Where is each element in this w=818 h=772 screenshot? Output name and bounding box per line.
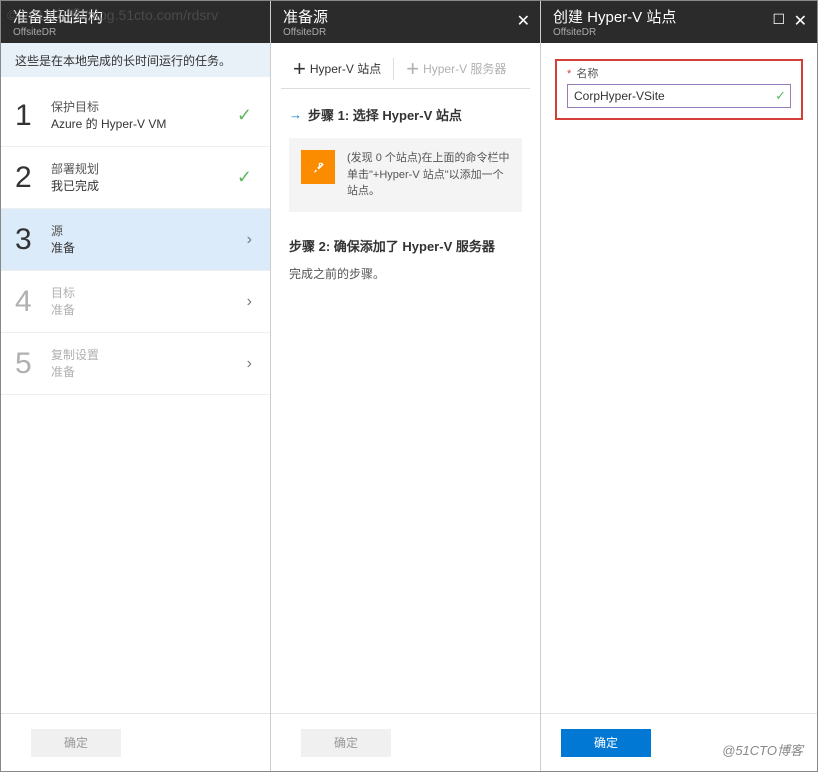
plus-icon: + [406, 56, 419, 82]
body-col3: * 名称 ✓ [541, 43, 817, 713]
add-hyperv-site-button[interactable]: + Hyper-V 站点 [281, 49, 393, 88]
step-labels: 保护目标 Azure 的 Hyper-V VM [51, 99, 166, 133]
step-label-bottom: Azure 的 Hyper-V VM [51, 116, 166, 133]
step-label-top: 目标 [51, 285, 75, 302]
check-icon: ✓ [237, 167, 252, 188]
chevron-right-icon: › [247, 355, 252, 373]
header-subtitle: OffsiteDR [283, 27, 528, 38]
info-box: (发现 0 个站点)在上面的命令栏中单击"+Hyper-V 站点"以添加一个站点… [289, 138, 522, 212]
step-protection-goal[interactable]: 1 保护目标 Azure 的 Hyper-V VM ✓ [1, 85, 270, 147]
required-asterisk: * [567, 68, 571, 80]
step-labels: 复制设置 准备 [51, 347, 99, 381]
step-replication-settings[interactable]: 5 复制设置 准备 › [1, 333, 270, 395]
step2-title: 步骤 2: 确保添加了 Hyper-V 服务器 [289, 236, 522, 255]
wizard-steps: 1 保护目标 Azure 的 Hyper-V VM ✓ 2 部署规划 我已完成 … [1, 77, 270, 395]
step-label-bottom: 准备 [51, 364, 99, 381]
footer-col2: 确定 [271, 713, 540, 771]
highlighted-field-box: * 名称 ✓ [555, 59, 803, 120]
toolbar-tabs: + Hyper-V 站点 + Hyper-V 服务器 [281, 49, 530, 89]
maximize-icon[interactable]: ☐ [772, 11, 785, 28]
header-title: 准备基础结构 [13, 6, 258, 27]
add-hyperv-server-button[interactable]: + Hyper-V 服务器 [394, 49, 518, 88]
step-labels: 部署规划 我已完成 [51, 161, 99, 195]
plus-icon: + [293, 56, 306, 82]
step-label-top: 复制设置 [51, 347, 99, 364]
check-icon: ✓ [775, 88, 786, 104]
arrow-right-icon: → [289, 107, 302, 122]
step1-section: → 步骤 1: 选择 Hyper-V 站点 (发现 0 个站点)在上面的命令栏中… [271, 105, 540, 212]
step-labels: 目标 准备 [51, 285, 75, 319]
panel-prepare-source: 准备源 OffsiteDR ✕ + Hyper-V 站点 + Hyper-V 服… [271, 1, 541, 771]
chevron-right-icon: › [247, 293, 252, 311]
header-col3: 创建 Hyper-V 站点 OffsiteDR ☐ ✕ [541, 1, 817, 43]
step-deployment-planning[interactable]: 2 部署规划 我已完成 ✓ [1, 147, 270, 209]
info-note: 这些是在本地完成的长时间运行的任务。 [1, 43, 270, 77]
header-col2: 准备源 OffsiteDR ✕ [271, 1, 540, 43]
step-number: 5 [15, 347, 51, 381]
info-text: (发现 0 个站点)在上面的命令栏中单击"+Hyper-V 站点"以添加一个站点… [347, 150, 510, 200]
footer-col3: 确定 [541, 713, 817, 771]
step-number: 4 [15, 285, 51, 319]
step-number: 3 [15, 223, 51, 257]
ok-button[interactable]: 确定 [31, 729, 121, 757]
header-title: 创建 Hyper-V 站点 [553, 6, 805, 27]
site-name-input[interactable] [567, 84, 791, 108]
step-label-bottom: 准备 [51, 240, 75, 257]
ok-button[interactable]: 确定 [561, 729, 651, 757]
step-label-bottom: 我已完成 [51, 178, 99, 195]
step-number: 2 [15, 161, 51, 195]
step-source[interactable]: 3 源 准备 › [1, 209, 270, 271]
step-label-top: 保护目标 [51, 99, 166, 116]
close-icon[interactable]: ✕ [517, 11, 530, 31]
tab-label: Hyper-V 站点 [310, 60, 381, 77]
panel-columns: 准备基础结构 OffsiteDR 这些是在本地完成的长时间运行的任务。 1 保护… [1, 1, 817, 771]
panel-prepare-infra: 准备基础结构 OffsiteDR 这些是在本地完成的长时间运行的任务。 1 保护… [1, 1, 271, 771]
tab-label: Hyper-V 服务器 [423, 60, 506, 77]
step1-title: → 步骤 1: 选择 Hyper-V 站点 [289, 105, 522, 124]
header-subtitle: OffsiteDR [13, 27, 258, 38]
body-col1: 这些是在本地完成的长时间运行的任务。 1 保护目标 Azure 的 Hyper-… [1, 43, 270, 713]
panel-create-hyperv-site: 创建 Hyper-V 站点 OffsiteDR ☐ ✕ * 名称 ✓ [541, 1, 817, 771]
header-col1: 准备基础结构 OffsiteDR [1, 1, 270, 43]
header-subtitle: OffsiteDR [553, 27, 805, 38]
body-col2: + Hyper-V 站点 + Hyper-V 服务器 → 步骤 1: 选择 Hy… [271, 43, 540, 713]
wrench-icon [301, 150, 335, 184]
label-text: 名称 [576, 68, 598, 80]
input-wrapper: ✓ [567, 84, 791, 108]
ok-button[interactable]: 确定 [301, 729, 391, 757]
step-target[interactable]: 4 目标 准备 › [1, 271, 270, 333]
close-icon[interactable]: ✕ [794, 11, 807, 31]
step2-body: 完成之前的步骤。 [289, 265, 522, 282]
step1-title-text: 步骤 1: 选择 Hyper-V 站点 [308, 105, 462, 124]
step-label-bottom: 准备 [51, 302, 75, 319]
step-labels: 源 准备 [51, 223, 75, 257]
chevron-right-icon: › [247, 231, 252, 249]
step-label-top: 部署规划 [51, 161, 99, 178]
header-title: 准备源 [283, 6, 528, 27]
step-label-top: 源 [51, 223, 75, 240]
name-field-label: * 名称 [567, 65, 791, 81]
form-area: * 名称 ✓ [541, 43, 817, 136]
check-icon: ✓ [237, 105, 252, 126]
footer-col1: 确定 [1, 713, 270, 771]
step-number: 1 [15, 99, 51, 133]
